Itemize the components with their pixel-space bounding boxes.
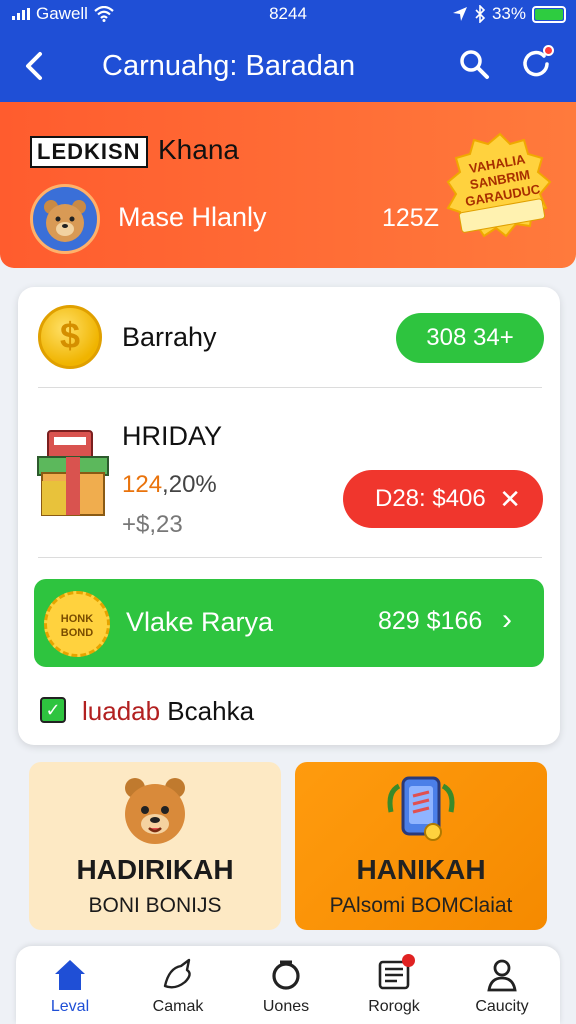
agree-checkbox[interactable]: ✓: [40, 697, 66, 723]
promo-title: HRIDAY: [122, 421, 223, 451]
location-icon: [452, 7, 467, 21]
bird-icon: [163, 958, 191, 989]
bonus-row-amount: 829 $166: [378, 607, 483, 635]
trophy-card-icon: [387, 776, 455, 841]
checkbox-label-highlight: luadab: [82, 696, 161, 726]
claim-button[interactable]: D28: $406 ✕: [343, 470, 543, 528]
nav-item-leval[interactable]: Leval: [16, 956, 124, 1016]
nav-item-camak[interactable]: Camak: [124, 956, 232, 1016]
banner-count: 125Z: [382, 204, 439, 232]
gift-box-icon: [37, 430, 109, 516]
banner-username: Mase Hlanly: [118, 202, 267, 232]
nav-item-rorogk[interactable]: Rorogk: [340, 954, 448, 1016]
status-right: 33%: [452, 4, 566, 24]
bear-icon: [44, 200, 86, 242]
ring-icon: [272, 960, 300, 990]
battery-icon: [532, 5, 566, 23]
tile-title: HADIRIKAH: [76, 854, 234, 885]
bottom-navigation: Leval Camak Uones Rorogk Caucity: [16, 946, 560, 1024]
chevron-right-icon: ›: [502, 603, 512, 636]
notification-badge: [402, 954, 415, 967]
claim-button-label: D28: $406: [375, 485, 486, 512]
coin-icon: $: [38, 305, 102, 369]
promo-percent-highlight: 124: [122, 471, 163, 498]
bluetooth-icon: [475, 5, 486, 23]
nav-item-caucity[interactable]: Caucity: [448, 956, 556, 1016]
nav-label: Rorogk: [368, 998, 420, 1015]
banner-name: Khana: [158, 134, 239, 165]
balance-label: Barrahy: [122, 322, 217, 352]
claim-tile[interactable]: HANIKAH PAlsomi BOMClaiat: [295, 762, 547, 930]
wallet-card: $ Barrahy 308 34+ HRIDAY 124,20% +$,23 D…: [18, 287, 560, 745]
user-icon: [487, 959, 517, 992]
profile-banner: LEDKISN Khana Mase Hlanly 125Z VAHALIA S…: [0, 102, 576, 268]
page-title: Carnuahg: Baradan: [102, 50, 356, 82]
checkbox-label-rest: Bcahka: [160, 696, 255, 726]
balance-button[interactable]: 308 34+: [396, 313, 544, 363]
search-icon[interactable]: [458, 48, 490, 80]
notification-dot: [543, 45, 554, 56]
battery-percent: 33%: [491, 4, 526, 23]
promo-percent-rest: ,20%: [162, 471, 217, 498]
refresh-button[interactable]: [520, 45, 554, 80]
home-icon: [55, 960, 85, 990]
bonus-tile[interactable]: HADIRIKAH BONI BONIJS: [29, 762, 281, 930]
divider: [38, 387, 542, 388]
bear-icon: [125, 778, 185, 844]
chevron-left-icon[interactable]: [18, 48, 52, 84]
nav-label: Leval: [50, 998, 90, 1015]
app-bar: Carnuahg: Baradan: [0, 30, 576, 102]
tile-subtitle: BONI BONIJS: [88, 894, 222, 917]
nav-label: Uones: [262, 998, 310, 1015]
checkbox-label: luadab Bcahka: [82, 696, 254, 727]
bonus-row-label: Vlake Rarya: [126, 607, 274, 637]
banner-badge: LEDKISN: [30, 136, 148, 168]
avatar[interactable]: [30, 184, 100, 254]
promo-subvalue: +$,23: [122, 511, 183, 538]
nav-label: Caucity: [475, 998, 529, 1015]
nav-label: Camak: [152, 998, 204, 1015]
tile-subtitle: PAlsomi BOMClaiat: [329, 894, 513, 917]
tile-title: HANIKAH: [356, 854, 486, 885]
nav-item-uones[interactable]: Uones: [232, 956, 340, 1016]
close-icon: ✕: [499, 484, 521, 514]
bonus-row-button[interactable]: HONK BOND Vlake Rarya 829 $166 ›: [34, 579, 544, 667]
bonus-seal-icon: HONK BOND: [44, 591, 110, 657]
divider: [38, 557, 542, 558]
promo-percent: 124,20%: [122, 471, 217, 499]
status-bar: Gawell 8244 33%: [0, 0, 576, 30]
